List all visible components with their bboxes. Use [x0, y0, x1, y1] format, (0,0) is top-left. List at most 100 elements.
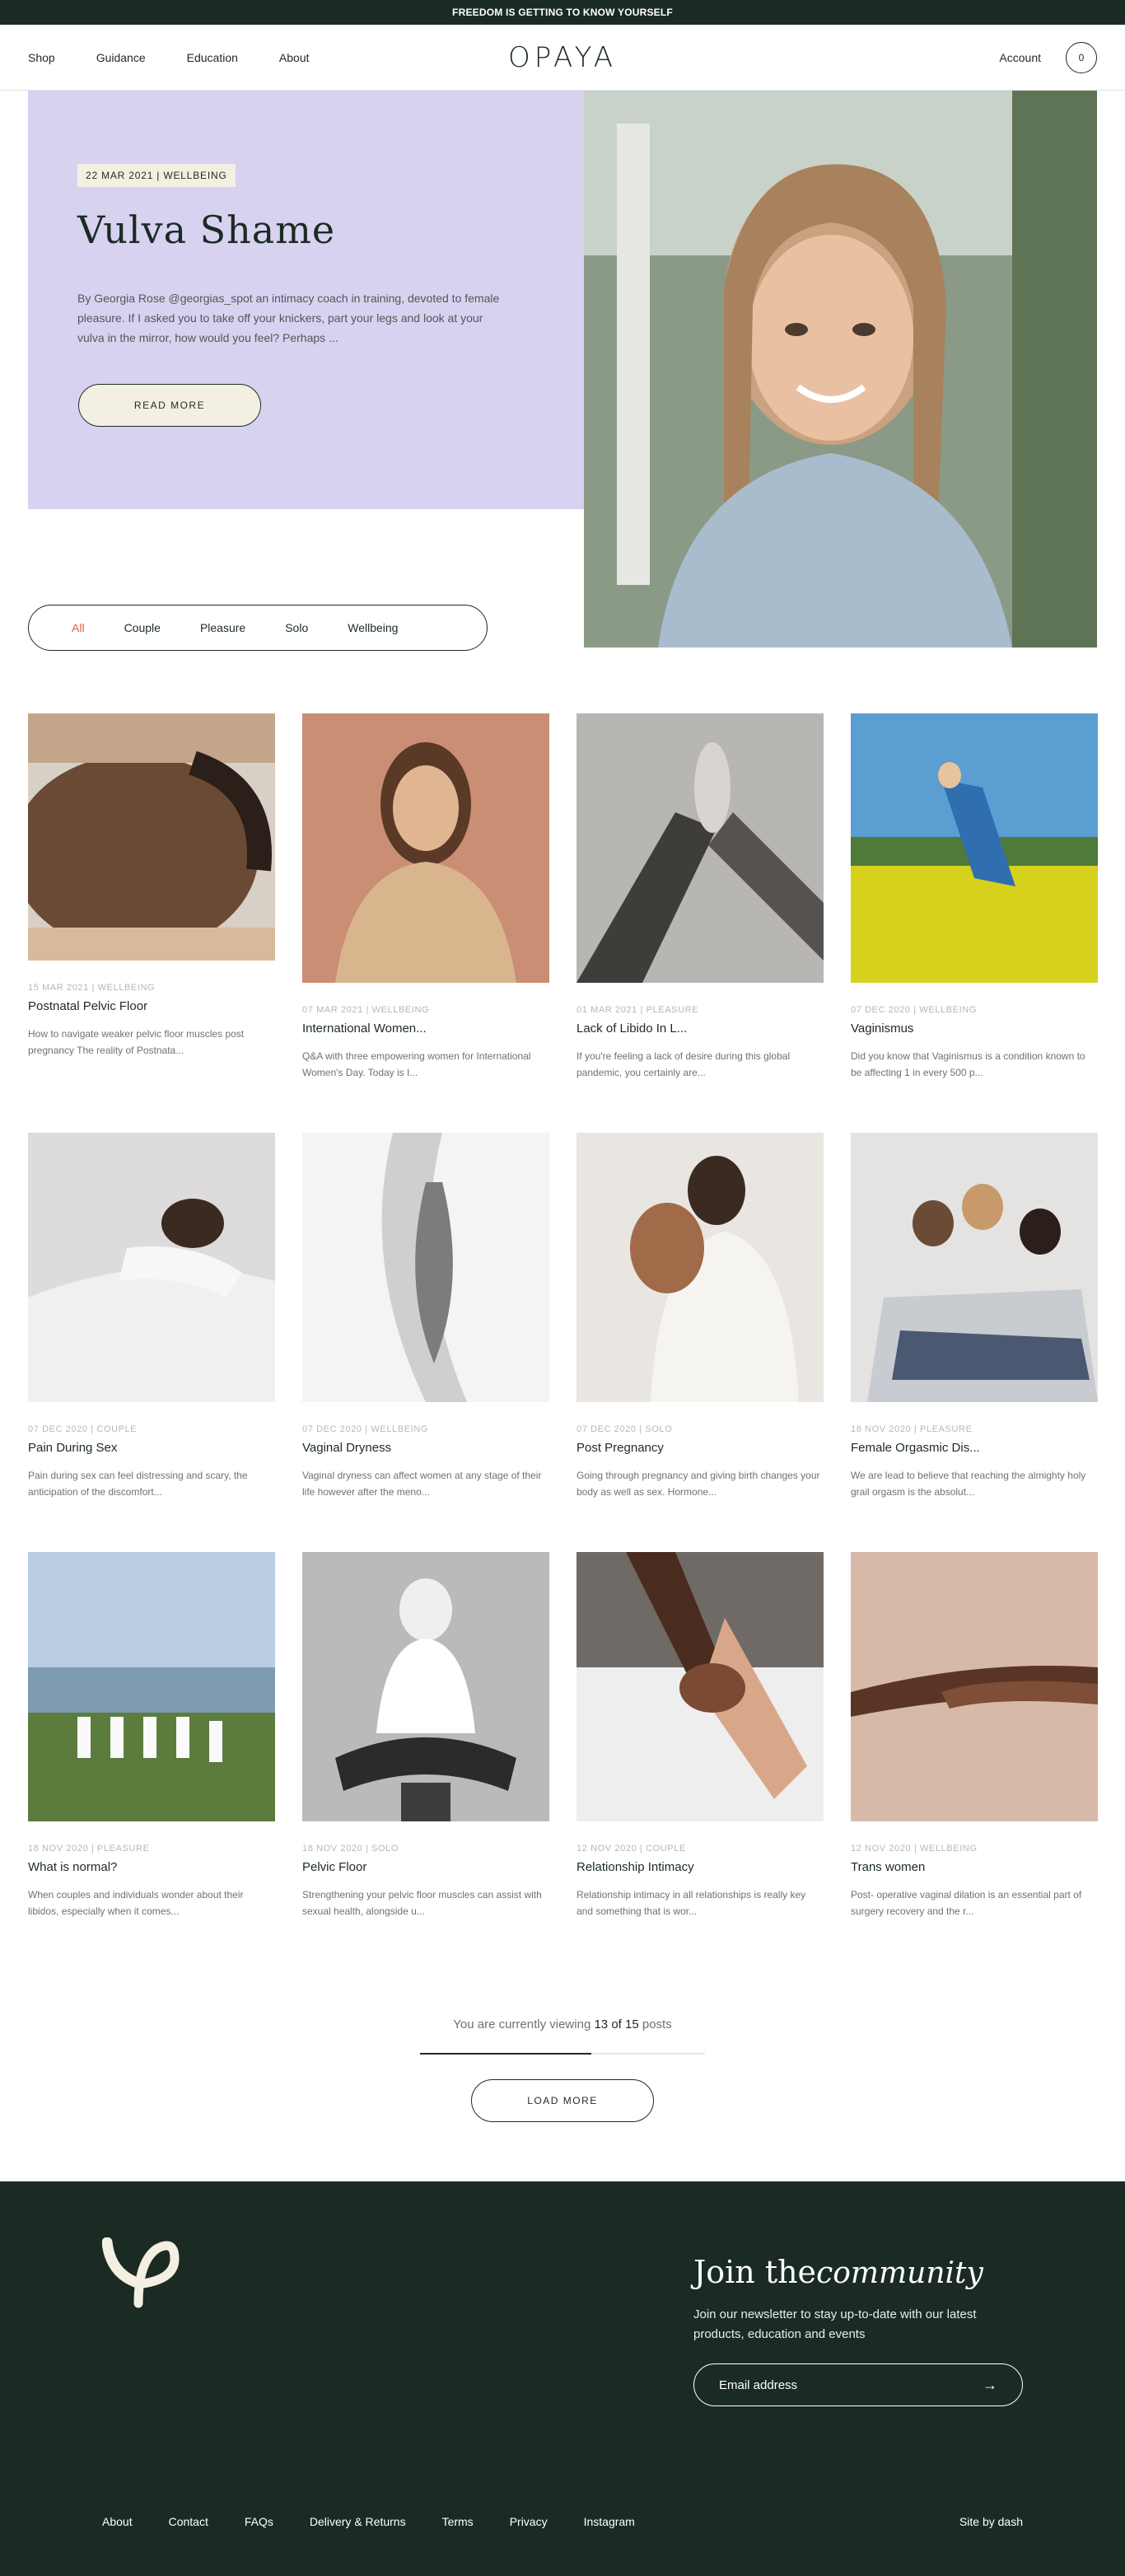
post-card[interactable]: 18 NOV 2020 | SOLO Pelvic Floor Strength… — [302, 1552, 549, 1971]
featured-photo-illustration — [584, 91, 1097, 648]
cart-count: 0 — [1078, 51, 1085, 63]
post-image[interactable] — [28, 1552, 275, 1821]
post-card[interactable]: 07 DEC 2020 | COUPLE Pain During Sex Pai… — [28, 1133, 275, 1552]
post-title[interactable]: Vaginismus — [851, 1022, 1098, 1036]
header-actions: Account 0 — [999, 41, 1097, 73]
post-title[interactable]: Female Orgasmic Dis... — [851, 1441, 1098, 1455]
nav-about[interactable]: About — [279, 51, 310, 64]
post-title[interactable]: Pelvic Floor — [302, 1860, 549, 1874]
post-excerpt: Strengthening your pelvic floor muscles … — [302, 1889, 542, 1917]
post-meta: 12 NOV 2020 | WELLBEING — [851, 1844, 978, 1854]
post-meta: 18 NOV 2020 | PLEASURE — [28, 1844, 150, 1854]
newsletter-heading: Join thecommunity — [693, 2254, 983, 2290]
post-image[interactable] — [851, 1133, 1098, 1402]
post-image[interactable] — [302, 1133, 549, 1402]
post-excerpt: Relationship intimacy in all relationshi… — [577, 1889, 806, 1917]
filter-solo[interactable]: Solo — [285, 621, 308, 634]
post-card[interactable]: 07 DEC 2020 | SOLO Post Pregnancy Going … — [577, 1133, 824, 1552]
post-image[interactable] — [302, 1552, 549, 1821]
post-card[interactable]: 18 NOV 2020 | PLEASURE What is normal? W… — [28, 1552, 275, 1971]
post-meta: 07 DEC 2020 | SOLO — [577, 1424, 673, 1434]
promo-bar: FREEDOM IS GETTING TO KNOW YOURSELF — [0, 0, 1125, 25]
category-filter: All Couple Pleasure Solo Wellbeing — [28, 605, 488, 651]
footer-link-faqs[interactable]: FAQs — [245, 2515, 273, 2528]
site-logo[interactable]: OPAYA — [508, 41, 617, 74]
post-title[interactable]: Trans women — [851, 1860, 1098, 1874]
filter-couple[interactable]: Couple — [124, 621, 161, 634]
pagination-total: 15 — [625, 2017, 639, 2031]
post-title[interactable]: International Women... — [302, 1022, 549, 1036]
pagination-prefix: You are currently viewing — [453, 2017, 591, 2031]
site-credit[interactable]: Site by dash — [959, 2515, 1023, 2528]
filter-pleasure[interactable]: Pleasure — [200, 621, 245, 634]
newsletter-text: Join our newsletter to stay up-to-date w… — [693, 2307, 977, 2341]
nav-guidance[interactable]: Guidance — [96, 51, 146, 64]
post-excerpt: How to navigate weaker pelvic floor musc… — [28, 1028, 245, 1056]
email-field[interactable]: Email address → — [693, 2363, 1023, 2406]
footer-link-privacy[interactable]: Privacy — [510, 2515, 548, 2528]
post-card[interactable]: 12 NOV 2020 | COUPLE Relationship Intima… — [577, 1552, 824, 1971]
post-meta: 15 MAR 2021 | WELLBEING — [28, 983, 156, 993]
post-meta: 18 NOV 2020 | PLEASURE — [851, 1424, 973, 1434]
post-image[interactable] — [302, 713, 549, 983]
post-image[interactable] — [851, 713, 1098, 983]
post-excerpt: Going through pregnancy and giving birth… — [577, 1470, 820, 1498]
nav-education[interactable]: Education — [187, 51, 238, 64]
post-card[interactable]: 07 DEC 2020 | WELLBEING Vaginismus Did y… — [851, 713, 1098, 1133]
post-image[interactable] — [577, 1133, 824, 1402]
footer-link-instagram[interactable]: Instagram — [584, 2515, 635, 2528]
post-card[interactable]: 07 DEC 2020 | WELLBEING Vaginal Dryness … — [302, 1133, 549, 1552]
post-title[interactable]: What is normal? — [28, 1860, 275, 1874]
post-excerpt: Pain during sex can feel distressing and… — [28, 1470, 248, 1498]
featured-tag: 22 MAR 2021 | WELLBEING — [77, 164, 236, 187]
post-title[interactable]: Lack of Libido In L... — [577, 1022, 824, 1036]
post-excerpt: Vaginal dryness can affect women at any … — [302, 1470, 542, 1498]
post-image[interactable] — [577, 713, 824, 983]
post-card[interactable]: 07 MAR 2021 | WELLBEING International Wo… — [302, 713, 549, 1133]
post-meta: 12 NOV 2020 | COUPLE — [577, 1844, 686, 1854]
site-footer: Join thecommunity Join our newsletter to… — [0, 2181, 1125, 2576]
post-meta: 07 DEC 2020 | COUPLE — [28, 1424, 138, 1434]
main-nav: Shop Guidance Education About — [28, 51, 351, 64]
filter-all[interactable]: All — [72, 621, 85, 634]
post-image[interactable] — [28, 713, 275, 961]
footer-link-terms[interactable]: Terms — [442, 2515, 474, 2528]
arrow-right-icon[interactable]: → — [983, 2377, 997, 2394]
featured-image[interactable] — [584, 91, 1097, 648]
footer-link-delivery[interactable]: Delivery & Returns — [310, 2515, 406, 2528]
post-meta: 07 MAR 2021 | WELLBEING — [302, 1005, 430, 1015]
email-placeholder: Email address — [719, 2377, 798, 2392]
post-image[interactable] — [577, 1552, 824, 1821]
post-card[interactable]: 01 MAR 2021 | PLEASURE Lack of Libido In… — [577, 713, 824, 1133]
pagination-of: of — [611, 2017, 622, 2031]
featured-post: 22 MAR 2021 | WELLBEING Vulva Shame By G… — [0, 91, 1125, 667]
nav-shop[interactable]: Shop — [28, 51, 55, 64]
post-image[interactable] — [851, 1552, 1098, 1821]
cart-button[interactable]: 0 — [1066, 41, 1097, 73]
post-card[interactable]: 12 NOV 2020 | WELLBEING Trans women Post… — [851, 1552, 1098, 1971]
post-title[interactable]: Vaginal Dryness — [302, 1441, 549, 1455]
pagination-shown: 13 — [594, 2017, 609, 2031]
post-meta: 18 NOV 2020 | SOLO — [302, 1844, 399, 1854]
post-title[interactable]: Pain During Sex — [28, 1441, 275, 1455]
post-card[interactable]: 15 MAR 2021 | WELLBEING Postnatal Pelvic… — [28, 713, 275, 1133]
post-image[interactable] — [28, 1133, 275, 1402]
footer-link-contact[interactable]: Contact — [169, 2515, 208, 2528]
pagination-progress — [420, 2053, 705, 2055]
post-excerpt: If you're feeling a lack of desire durin… — [577, 1050, 791, 1078]
filter-wellbeing[interactable]: Wellbeing — [348, 621, 398, 634]
site-header: Shop Guidance Education About OPAYA Acco… — [0, 25, 1125, 91]
featured-title[interactable]: Vulva Shame — [77, 208, 335, 252]
post-excerpt: Q&A with three empowering women for Inte… — [302, 1050, 531, 1078]
post-title[interactable]: Post Pregnancy — [577, 1441, 824, 1455]
footer-logo-icon[interactable] — [101, 2237, 181, 2312]
read-more-button[interactable]: READ MORE — [78, 384, 261, 427]
post-excerpt: We are lead to believe that reaching the… — [851, 1470, 1086, 1498]
account-link[interactable]: Account — [999, 51, 1041, 64]
load-more-button[interactable]: LOAD MORE — [471, 2079, 654, 2122]
footer-link-about[interactable]: About — [102, 2515, 133, 2528]
newsletter-heading-plain: Join the — [693, 2254, 817, 2290]
post-title[interactable]: Postnatal Pelvic Floor — [28, 999, 275, 1013]
post-card[interactable]: 18 NOV 2020 | PLEASURE Female Orgasmic D… — [851, 1133, 1098, 1552]
post-title[interactable]: Relationship Intimacy — [577, 1860, 824, 1874]
